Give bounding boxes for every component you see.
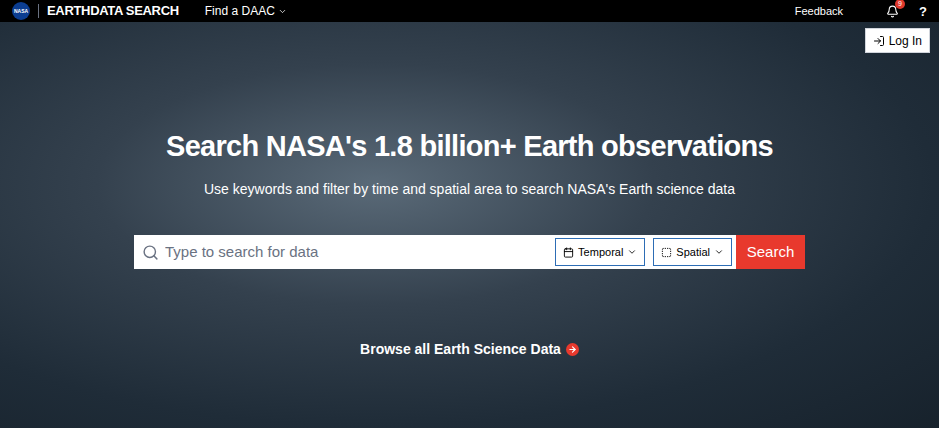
caret-down-icon	[714, 247, 724, 257]
help-button[interactable]: ?	[919, 5, 927, 18]
caret-down-icon	[278, 7, 287, 16]
search-bar: Temporal SpatialSearch	[134, 235, 805, 269]
browse-link[interactable]: Browse all Earth Science Data	[360, 339, 579, 359]
nasa-logo[interactable]: NASA	[12, 2, 30, 20]
spatial-filter-button[interactable]: Spatial	[653, 238, 732, 266]
divider	[38, 4, 39, 18]
notification-badge: 9	[895, 0, 905, 9]
caret-down-icon	[627, 247, 637, 257]
login-icon	[873, 35, 885, 47]
login-button[interactable]: Log In	[865, 28, 930, 53]
app: NASA EARTHDATA SEARCH Find a DAAC Feedback 9…	[0, 0, 939, 428]
search-input[interactable]	[165, 241, 547, 264]
hero: Log In Search NASA's 1.8 billion+ Earth o…	[0, 22, 939, 428]
daac-menu[interactable]: Find a DAAC	[205, 2, 287, 20]
calendar-icon	[563, 247, 574, 258]
arrow-circle-icon	[566, 343, 579, 356]
spatial-icon	[661, 247, 672, 258]
top-bar: NASA EARTHDATA SEARCH Find a DAAC Feedback 9…	[0, 0, 939, 22]
notifications-button[interactable]: 9	[883, 2, 901, 20]
temporal-filter-button[interactable]: Temporal	[555, 238, 645, 266]
app-title[interactable]: EARTHDATA SEARCH	[47, 1, 179, 21]
search-icon	[142, 244, 159, 261]
feedback-link[interactable]: Feedback	[795, 3, 843, 20]
hero-subtitle: Use keywords and filter by time and spat…	[204, 179, 735, 199]
search-button[interactable]: Search	[736, 235, 805, 269]
hero-title: Search NASA's 1.8 billion+ Earth observa…	[166, 128, 773, 164]
